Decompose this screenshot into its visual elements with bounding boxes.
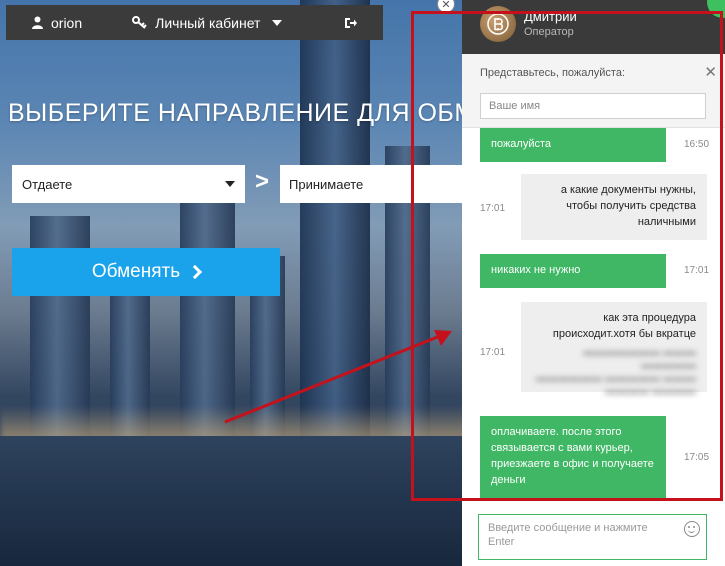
operator-name: Дмитрии: [524, 9, 577, 24]
chevron-down-icon: [225, 181, 235, 187]
chevron-down-icon: [272, 19, 283, 26]
message-text: как эта процедура происходит.хотя бы вкр…: [552, 312, 696, 340]
logout-button[interactable]: [344, 5, 357, 40]
exchange-button-label: Обменять: [91, 261, 181, 282]
cabinet-menu[interactable]: Личный кабинет: [132, 5, 283, 40]
message-user: как эта процедура происходит.хотя бы вкр…: [521, 302, 707, 397]
message-text: оплачиваете. после этого связывается с в…: [491, 426, 654, 486]
message-time: 17:01: [480, 203, 506, 214]
message-operator: пожалуйста: [480, 128, 666, 162]
message-user: а какие документы нужны, чтобы получить …: [521, 174, 707, 240]
message-composer: [478, 514, 707, 560]
take-currency-select[interactable]: Принимаете: [280, 165, 470, 203]
top-bar: orion Личный кабинет: [6, 5, 383, 40]
intro-panel: Представьтесь, пожалуйста: ✕: [462, 54, 725, 128]
take-currency-label: Принимаете: [289, 176, 364, 192]
operator-avatar: [480, 6, 516, 42]
key-icon: [132, 16, 147, 29]
name-input[interactable]: [480, 93, 706, 119]
logout-icon: [345, 17, 357, 28]
bitcoin-icon: [487, 13, 509, 35]
exchange-button[interactable]: Обменять: [12, 248, 280, 296]
message-input[interactable]: [479, 515, 679, 559]
chat-header: Дмитрии Оператор: [462, 0, 725, 54]
message-operator: оплачиваете. после этого связывается с в…: [480, 416, 666, 498]
emoji-icon[interactable]: [684, 521, 700, 537]
message-text: пожалуйста: [491, 138, 552, 150]
direction-arrow-icon: >: [255, 168, 270, 195]
redacted-text: ▬▬▬▬▬▬▬ ▬▬▬ ▬▬▬▬▬ ▬▬▬▬▬▬ ▬▬▬▬▬ ▬▬▬ ▬▬▬▬ ▬▬…: [535, 346, 696, 397]
page-headline: ВЫБЕРИТЕ НАПРАВЛЕНИЕ ДЛЯ ОБМЕ: [8, 99, 468, 127]
intro-close-icon[interactable]: ✕: [704, 63, 717, 81]
chat-widget: Дмитрии Оператор Представьтесь, пожалуйс…: [462, 0, 725, 566]
message-time: 16:50: [684, 139, 710, 150]
give-currency-select[interactable]: Отдаете: [12, 165, 245, 203]
user-name: orion: [51, 14, 83, 31]
message-operator: никаких не нужно: [480, 254, 666, 288]
chevron-right-icon: [188, 264, 203, 280]
message-text: никаких не нужно: [491, 264, 581, 276]
intro-label: Представьтесь, пожалуйста:: [480, 67, 626, 79]
user-menu[interactable]: orion: [32, 5, 82, 40]
message-list[interactable]: пожалуйста 16:50 17:01 а какие документы…: [462, 128, 725, 500]
message-time: 17:05: [684, 452, 710, 463]
cabinet-label: Личный кабинет: [155, 14, 261, 31]
give-currency-label: Отдаете: [22, 176, 73, 192]
user-icon: [32, 16, 43, 29]
message-text: а какие документы нужны, чтобы получить …: [560, 184, 696, 228]
message-time: 17:01: [684, 265, 710, 276]
chat-scrollbar[interactable]: [720, 318, 723, 438]
operator-role: Оператор: [524, 26, 574, 38]
close-icon: ✕: [441, 0, 451, 11]
message-time: 17:01: [480, 347, 506, 358]
online-status-badge: [707, 0, 725, 18]
